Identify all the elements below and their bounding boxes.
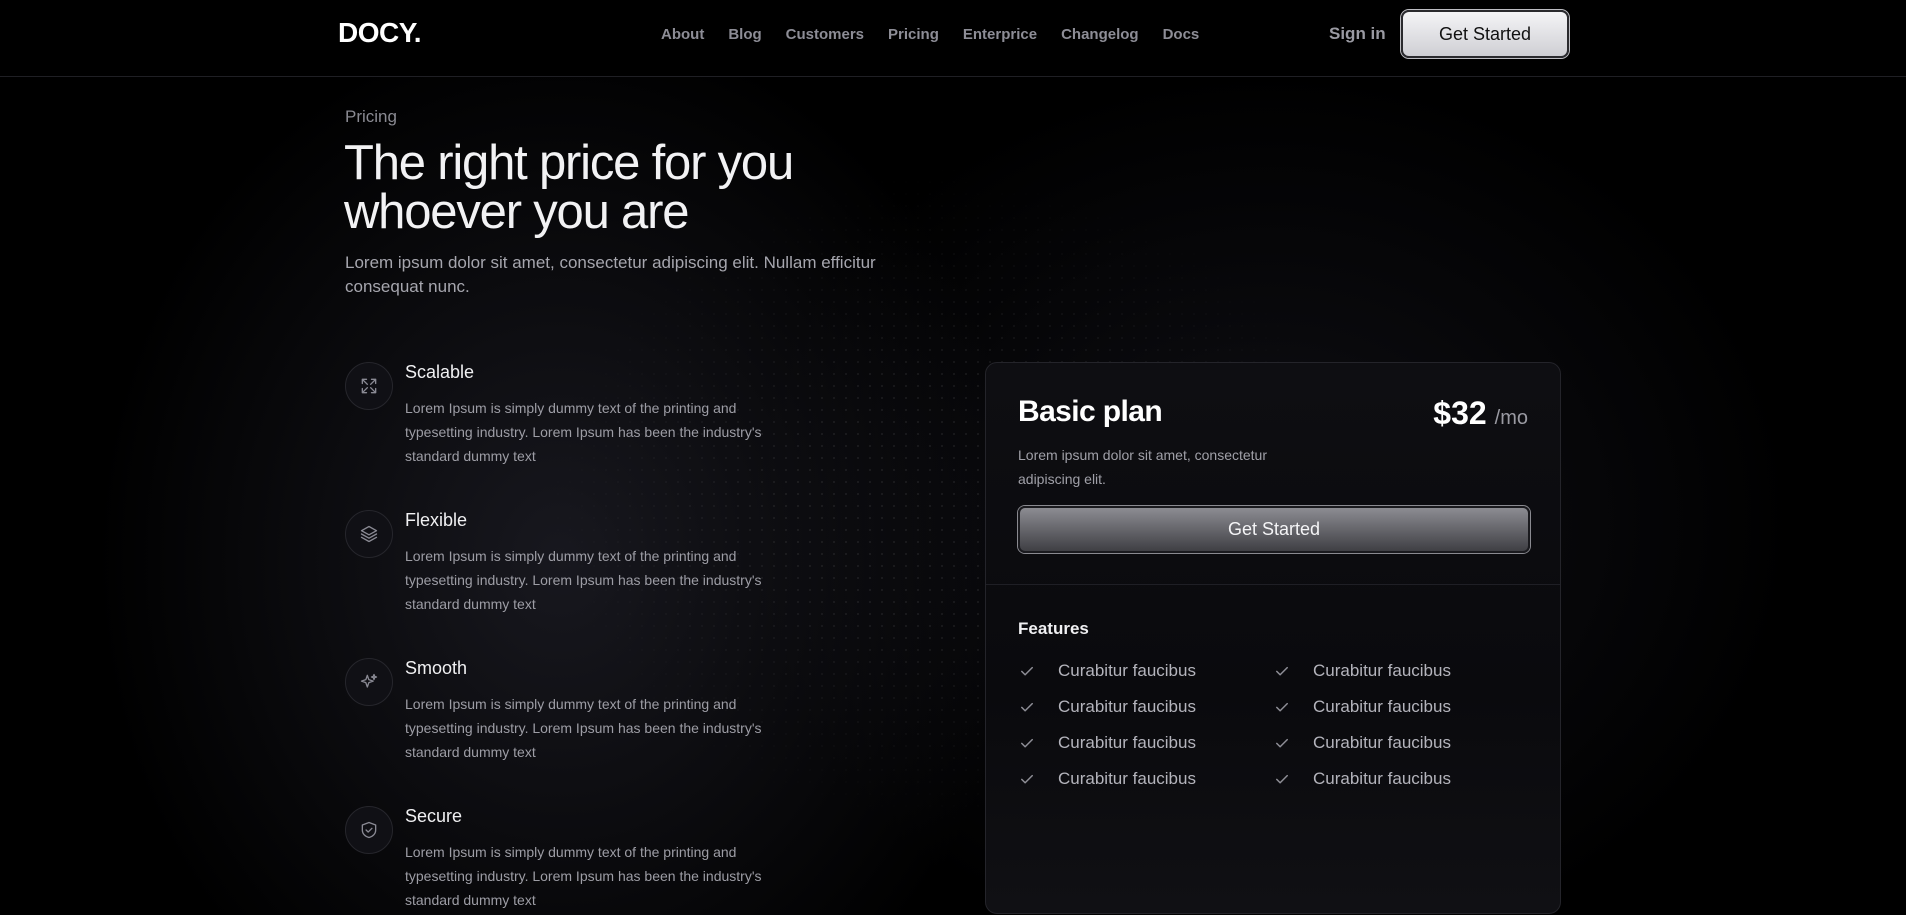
features-heading: Features: [1018, 619, 1089, 638]
check-icon: [1021, 702, 1033, 712]
feature-text: Curabitur faucibus: [1313, 697, 1451, 716]
nav-link-pricing[interactable]: Pricing: [888, 26, 939, 43]
top-nav: DOCY. About Blog Customers Pricing Enter…: [0, 0, 1906, 77]
feature-text: Curabitur faucibus: [1058, 733, 1196, 752]
plan-description: Lorem ipsum dolor sit amet, consectetur …: [1018, 447, 1267, 487]
nav-links: About Blog Customers Pricing Enterprice …: [661, 26, 1223, 43]
feature-description: Lorem Ipsum is simply dummy text of the …: [405, 696, 762, 760]
section-eyebrow: Pricing: [345, 107, 397, 126]
layers-icon: [345, 510, 393, 558]
price-unit: /mo: [1494, 407, 1528, 429]
card-divider: [986, 584, 1560, 585]
nav-link-docs[interactable]: Docs: [1163, 26, 1200, 43]
feature-text: Curabitur faucibus: [1313, 733, 1451, 752]
expand-icon: [345, 362, 393, 410]
price-amount: $32: [1433, 395, 1487, 431]
nav-link-customers[interactable]: Customers: [786, 26, 864, 43]
list-item: Curabitur faucibus: [1018, 653, 1196, 689]
check-icon: [1021, 738, 1033, 748]
list-item: Curabitur faucibus: [1018, 761, 1196, 797]
feature-description: Lorem Ipsum is simply dummy text of the …: [405, 548, 762, 612]
check-icon: [1276, 702, 1288, 712]
feature-text: Curabitur faucibus: [1058, 769, 1196, 788]
check-icon: [1276, 666, 1288, 676]
check-icon: [1021, 666, 1033, 676]
list-item: Curabitur faucibus: [1273, 761, 1451, 797]
plan-price: $32 /mo: [1433, 395, 1528, 432]
feature-title: Smooth: [405, 658, 468, 678]
plan-name: Basic plan: [1018, 395, 1163, 428]
list-item: Curabitur faucibus: [1018, 689, 1196, 725]
nav-link-about[interactable]: About: [661, 26, 704, 43]
nav-link-changelog[interactable]: Changelog: [1061, 26, 1139, 43]
pricing-card: Basic plan $32 /mo Lorem ipsum dolor sit…: [985, 362, 1561, 914]
page-title: The right price for you whoever you are: [344, 136, 794, 239]
nav-link-enterprise[interactable]: Enterprice: [963, 26, 1037, 43]
list-item: Curabitur faucibus: [1273, 689, 1451, 725]
feature-text: Curabitur faucibus: [1058, 661, 1196, 680]
list-item: Curabitur faucibus: [1273, 725, 1451, 761]
list-item: Curabitur faucibus: [1018, 725, 1196, 761]
feature-title: Secure: [405, 806, 463, 826]
nav-link-blog[interactable]: Blog: [728, 26, 761, 43]
plan-get-started-button[interactable]: Get Started: [1018, 506, 1530, 553]
feature-text: Curabitur faucibus: [1313, 769, 1451, 788]
feature-description: Lorem Ipsum is simply dummy text of the …: [405, 400, 762, 464]
sign-in-link[interactable]: Sign in: [1329, 24, 1386, 44]
feature-title: Scalable: [405, 362, 475, 382]
shield-check-icon: [345, 806, 393, 854]
feature-title: Flexible: [405, 510, 468, 530]
get-started-button[interactable]: Get Started: [1401, 10, 1569, 58]
check-icon: [1021, 774, 1033, 784]
check-icon: [1276, 774, 1288, 784]
feature-text: Curabitur faucibus: [1313, 661, 1451, 680]
sparkles-icon: [345, 658, 393, 706]
feature-description: Lorem Ipsum is simply dummy text of the …: [405, 844, 762, 908]
list-item: Curabitur faucibus: [1273, 653, 1451, 689]
feature-text: Curabitur faucibus: [1058, 697, 1196, 716]
check-icon: [1276, 738, 1288, 748]
page-subtitle: Lorem ipsum dolor sit amet, consectetur …: [345, 253, 876, 296]
logo[interactable]: DOCY.: [338, 17, 422, 49]
